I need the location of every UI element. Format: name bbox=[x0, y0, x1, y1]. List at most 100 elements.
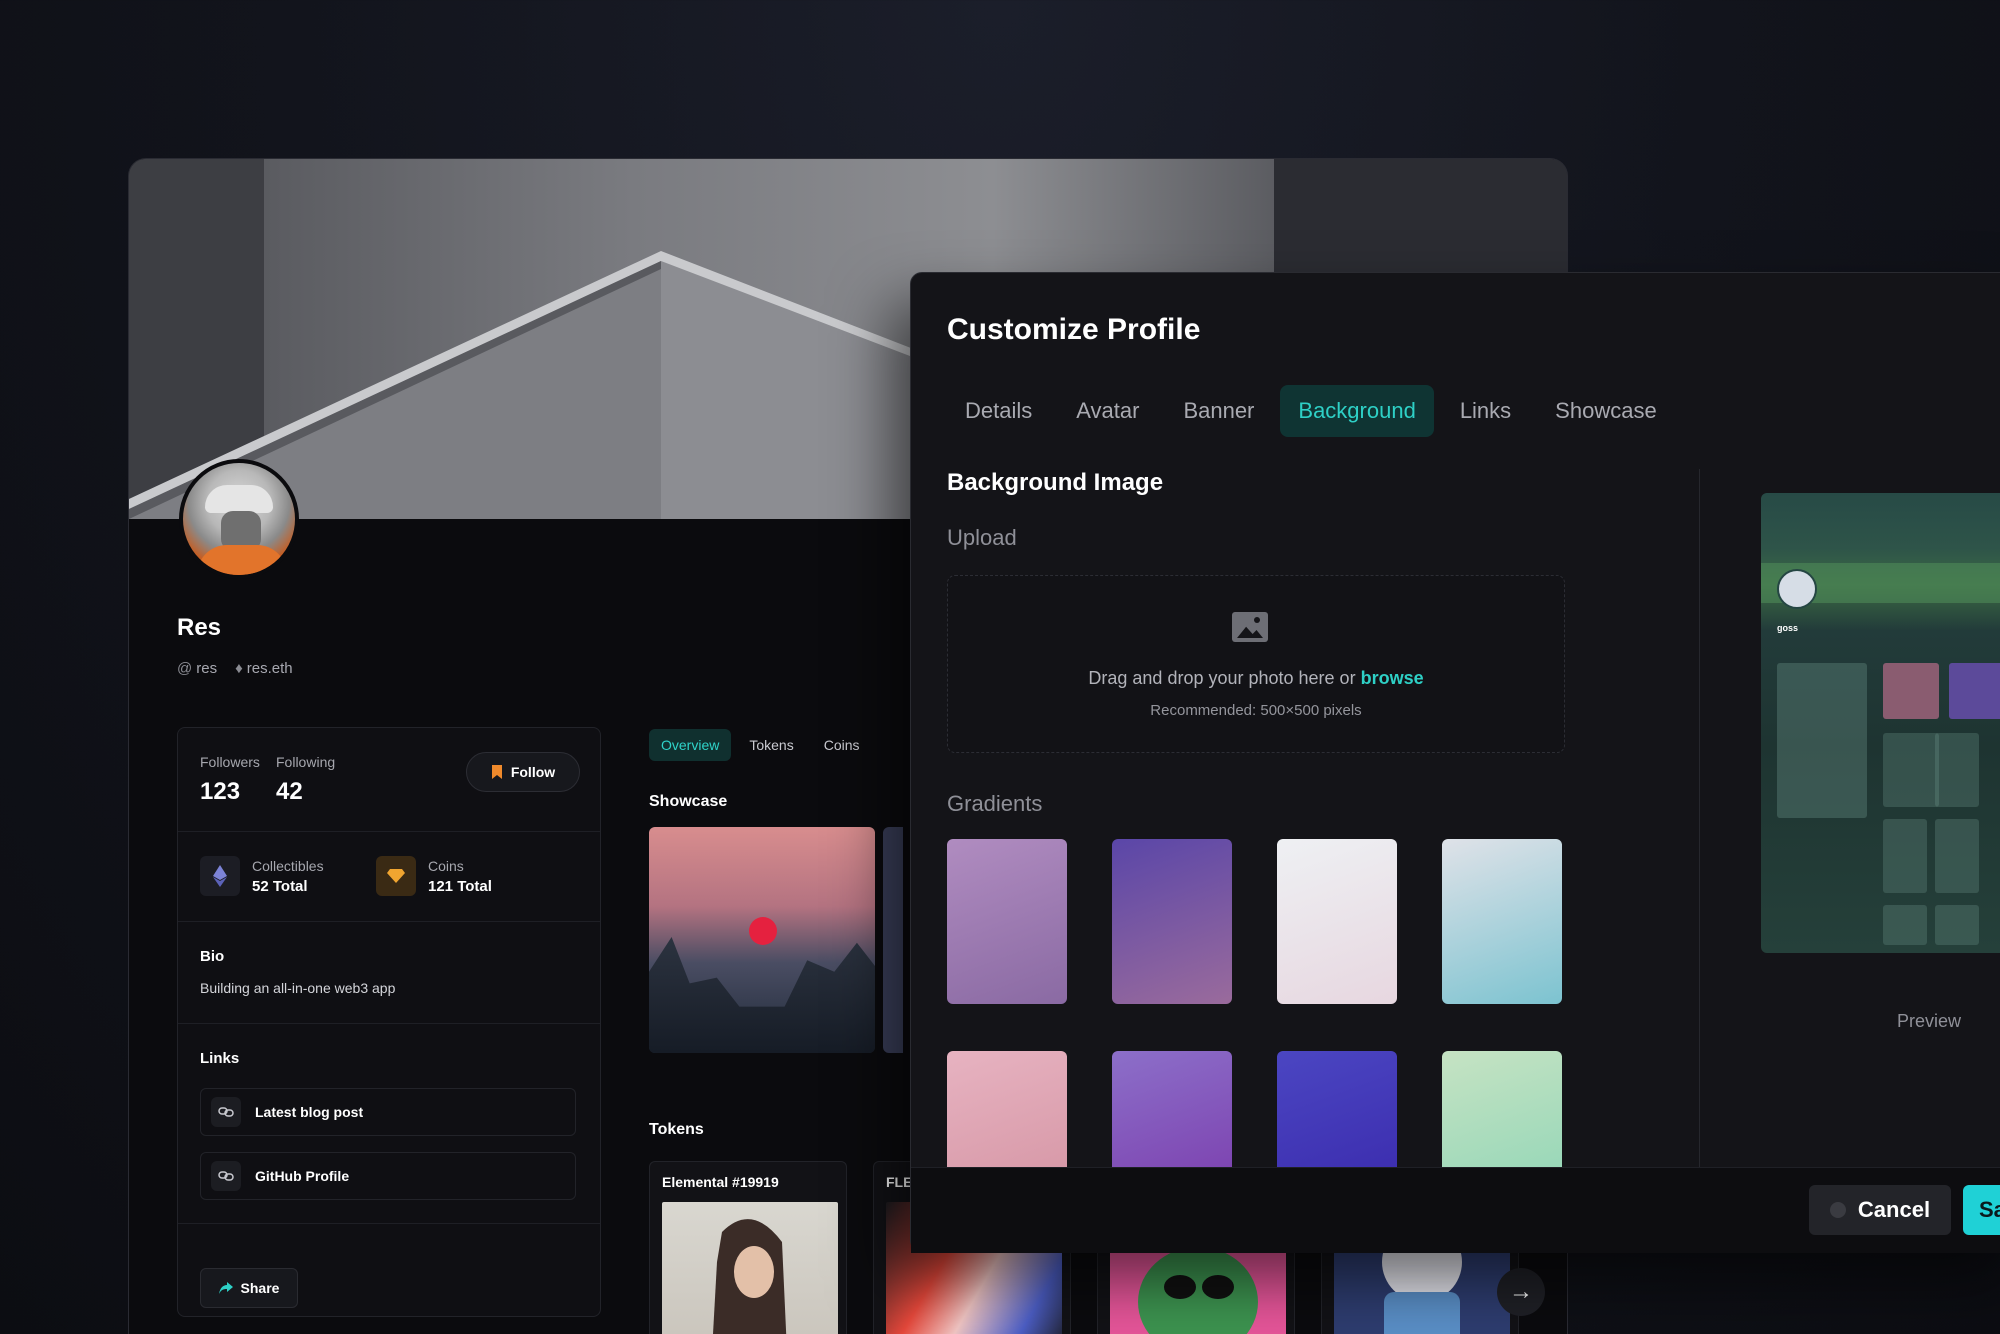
showcase-title: Showcase bbox=[649, 793, 728, 810]
showcase-item[interactable] bbox=[883, 827, 903, 1053]
links-title: Links bbox=[200, 1050, 240, 1067]
preview-tile bbox=[1935, 905, 1979, 945]
following-count: 42 bbox=[276, 778, 303, 805]
share-icon bbox=[218, 1282, 233, 1294]
preview-tile bbox=[1883, 819, 1927, 893]
ens-name: ♦ res.eth bbox=[235, 660, 293, 677]
save-label: Save bbox=[1979, 1197, 2000, 1222]
token-title: Elemental #19919 bbox=[662, 1174, 779, 1190]
token-image bbox=[662, 1202, 838, 1334]
gradient-swatch[interactable] bbox=[1442, 1051, 1562, 1167]
background-preview: goss bbox=[1761, 493, 2000, 953]
share-button[interactable]: Share bbox=[200, 1268, 298, 1308]
background-image-title: Background Image bbox=[947, 469, 1164, 496]
ens-text: res.eth bbox=[246, 660, 293, 677]
gradient-swatch[interactable] bbox=[947, 1051, 1067, 1167]
image-icon bbox=[1232, 612, 1268, 642]
showcase-item[interactable] bbox=[649, 827, 875, 1053]
link-item-blog[interactable]: Latest blog post bbox=[200, 1088, 576, 1136]
gradient-swatch[interactable] bbox=[1277, 1051, 1397, 1167]
gradient-swatch[interactable] bbox=[1112, 1051, 1232, 1167]
modal-title: Customize Profile bbox=[947, 313, 1201, 346]
coins-value: 121 Total bbox=[428, 878, 492, 895]
followers-stat: Followers 123 bbox=[200, 754, 260, 806]
preview-tile bbox=[1935, 733, 1979, 807]
assets-section: Collectibles 52 Total Coins 121 Total bbox=[178, 832, 600, 922]
handle: @ res bbox=[177, 660, 217, 677]
share-label: Share bbox=[240, 1280, 280, 1296]
save-button[interactable]: Save bbox=[1963, 1185, 2000, 1235]
profile-side-card: Followers 123 Following 42 Follow Collec… bbox=[177, 727, 601, 1317]
gradients-label: Gradients bbox=[947, 791, 1043, 816]
gradient-swatch[interactable] bbox=[1277, 839, 1397, 1004]
profile-name: Res bbox=[177, 614, 222, 641]
tab-tokens[interactable]: Tokens bbox=[737, 729, 805, 761]
preview-avatar bbox=[1777, 569, 1817, 609]
upload-label: Upload bbox=[947, 525, 1017, 550]
collectibles-stat: Collectibles 52 Total bbox=[252, 858, 324, 895]
follow-section: Followers 123 Following 42 Follow bbox=[178, 728, 600, 832]
link-icon bbox=[211, 1097, 241, 1127]
handle-text: res bbox=[196, 660, 218, 677]
gradient-swatch[interactable] bbox=[1112, 839, 1232, 1004]
upload-dropzone[interactable]: Drag and drop your photo here or browse … bbox=[947, 575, 1565, 753]
cancel-label: Cancel bbox=[1857, 1197, 1931, 1222]
collectibles-value: 52 Total bbox=[252, 878, 308, 895]
followers-count: 123 bbox=[200, 778, 241, 805]
tokens-next-button[interactable]: → bbox=[1497, 1268, 1545, 1316]
profile-handles: @ res ♦ res.eth bbox=[177, 660, 293, 677]
ethereum-icon: ♦ bbox=[235, 660, 243, 677]
dropzone-hint: Recommended: 500×500 pixels bbox=[1150, 702, 1362, 719]
preview-name: goss bbox=[1777, 623, 1799, 633]
modal-tabs: Details Avatar Banner Background Links S… bbox=[947, 385, 1675, 437]
tab-links[interactable]: Links bbox=[1442, 385, 1529, 437]
tab-overview[interactable]: Overview bbox=[649, 729, 732, 761]
tab-details[interactable]: Details bbox=[947, 385, 1050, 437]
preview-tile bbox=[1883, 905, 1927, 945]
panel-divider bbox=[1699, 469, 1700, 1169]
profile-tabs: Overview Tokens Coins bbox=[649, 729, 872, 761]
preview-sidebar bbox=[1777, 663, 1867, 818]
collectibles-label: Collectibles bbox=[252, 858, 324, 874]
gradient-swatch[interactable] bbox=[1442, 839, 1562, 1004]
tab-avatar[interactable]: Avatar bbox=[1058, 385, 1157, 437]
tab-showcase[interactable]: Showcase bbox=[1537, 385, 1675, 437]
tab-banner[interactable]: Banner bbox=[1165, 385, 1272, 437]
link-item-github[interactable]: GitHub Profile bbox=[200, 1152, 576, 1200]
coins-label: Coins bbox=[428, 858, 464, 874]
preview-tile bbox=[1949, 663, 2000, 719]
tab-background[interactable]: Background bbox=[1280, 385, 1434, 437]
preview-tile bbox=[1883, 733, 1939, 807]
preview-label: Preview bbox=[1897, 1011, 1962, 1031]
bio-section: Bio Building an all-in-one web3 app bbox=[178, 922, 600, 1024]
following-label: Following bbox=[276, 754, 336, 770]
coin-icon bbox=[376, 856, 416, 896]
link-label: Latest blog post bbox=[255, 1104, 364, 1120]
follow-button[interactable]: Follow bbox=[466, 752, 580, 792]
bio-text: Building an all-in-one web3 app bbox=[200, 980, 396, 996]
link-label: GitHub Profile bbox=[255, 1168, 350, 1184]
preview-tile bbox=[1935, 819, 1979, 893]
cancel-icon bbox=[1829, 1202, 1846, 1218]
at-icon: @ bbox=[177, 660, 193, 677]
follow-label: Follow bbox=[510, 764, 556, 780]
link-icon bbox=[211, 1161, 241, 1191]
coins-stat: Coins 121 Total bbox=[428, 858, 492, 895]
bookmark-icon bbox=[491, 765, 502, 779]
token-card[interactable]: Elemental #19919 bbox=[649, 1161, 847, 1334]
tab-coins[interactable]: Coins bbox=[812, 729, 872, 761]
following-stat: Following 42 bbox=[276, 754, 335, 806]
arrow-right-icon: → bbox=[1509, 1278, 1533, 1305]
customize-profile-modal: Customize Profile Details Avatar Banner … bbox=[910, 272, 2000, 1253]
dropzone-text: Drag and drop your photo here or browse bbox=[948, 668, 1564, 689]
browse-link[interactable]: browse bbox=[1361, 668, 1424, 688]
tokens-title: Tokens bbox=[649, 1121, 704, 1138]
gradient-swatch[interactable] bbox=[947, 839, 1067, 1004]
bio-title: Bio bbox=[200, 948, 225, 965]
dropzone-instructions: Drag and drop your photo here or bbox=[1088, 668, 1356, 688]
links-section: Links Latest blog post GitHub Profile bbox=[178, 1024, 600, 1224]
ethereum-icon bbox=[200, 856, 240, 896]
profile-avatar bbox=[179, 459, 299, 579]
token-title: FLE bbox=[886, 1174, 913, 1190]
cancel-button[interactable]: Cancel bbox=[1809, 1185, 1951, 1235]
